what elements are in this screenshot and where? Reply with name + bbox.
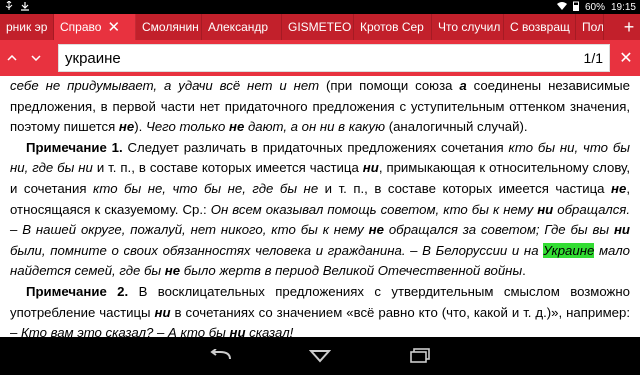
wifi-icon [556,1,567,14]
battery-percent: 60% [584,1,605,13]
text-run: не [118,119,135,135]
text-run: Он всем оказывал помощь советом, кто бы … [210,201,538,217]
tab-item[interactable]: С возвращ [504,14,576,40]
tab-label: рник эр [6,20,48,34]
find-match-count: 1/1 [583,50,603,66]
tab-item[interactable]: Что случил [432,14,504,40]
note-label: Примечание 1. [26,139,123,155]
tab-label: Кротов Сер [360,20,424,34]
text-run: обращался за советом; Где бы вы [383,222,614,238]
home-icon [309,350,331,363]
tab-label: Пол [582,20,604,34]
paragraph-note-1: Примечание 1. Следует различать в придат… [10,138,630,282]
text-run: не [611,180,627,196]
back-icon [210,349,231,360]
text-run: не [164,263,181,279]
paragraph-note-2: Примечание 2. В восклицательных предложе… [10,282,630,337]
find-input[interactable] [65,49,578,67]
tab-label: Что случил [438,20,501,34]
text-run: не [228,119,245,135]
text-run: (аналогичный случай). [385,119,528,135]
note-label: Примечание 2. [26,283,129,299]
tab-label: С возвращ [510,20,570,34]
text-run: . [522,263,526,279]
tab-item[interactable]: рник эр [0,14,54,40]
tab-item[interactable]: GISMETEO [282,14,354,40]
home-button[interactable] [306,344,334,368]
tab-bar: рник эр Справо ✕ Смолянин Александр GISM… [0,14,640,40]
close-icon: ✕ [619,50,633,67]
text-run: ни [362,160,379,176]
chevron-up-icon [7,55,17,61]
tab-item[interactable]: Смолянин [136,14,202,40]
text-run: ни [154,304,171,320]
recents-button[interactable] [406,344,434,368]
find-next-button[interactable] [24,40,48,76]
text-run: дают, а он ни в какую [244,119,386,135]
text-run: было жертв в период Великой Отечественно… [180,263,523,279]
text-run: ни [613,222,630,238]
text-run: были, помните о своих обязанностях челов… [10,242,544,258]
find-previous-button[interactable] [0,40,24,76]
system-nav-bar [0,337,640,375]
text-run: не [368,222,384,238]
tab-label: Справо [60,20,102,34]
close-tab-icon[interactable]: ✕ [107,20,120,35]
tab-label: GISMETEO [288,20,352,34]
article-content: себе не придумывает, а удачи всё нет и н… [0,76,640,337]
status-bar: 60% 19:15 [0,0,640,14]
download-icon [20,1,30,14]
text-run: сказал! [245,325,294,337]
text-run: а [459,78,467,93]
text-run: себе не придумывает, а удачи всё нет и н… [10,78,320,93]
recents-icon [410,348,430,363]
tab-item[interactable]: Пол [576,14,604,40]
search-highlight: Украине [543,242,595,258]
back-button[interactable] [206,344,234,368]
tab-item-active[interactable]: Справо ✕ [54,14,136,40]
text-run: кто бы не, что бы не, где бы не [92,180,319,196]
text-run: Следует различать в придаточных предложе… [122,139,509,155]
plus-icon: + [623,16,635,37]
text-run: ни [537,201,554,217]
tab-label: Смолянин [142,20,199,34]
device-screen: 60% 19:15 рник эр Справо ✕ Смолянин Алек… [0,0,640,375]
text-run: Кто вам это сказал? – А кто бы [21,325,230,337]
tab-item[interactable]: Кротов Сер [354,14,432,40]
text-run: и т. п., в составе которых имеется части… [318,180,612,196]
battery-icon [572,1,579,14]
tab-label: Александр [208,20,269,34]
text-run: (при помощи союза [319,78,460,93]
usb-icon [4,0,14,14]
new-tab-button[interactable]: + [618,14,640,40]
find-close-button[interactable]: ✕ [614,44,638,72]
clock: 19:15 [610,1,636,13]
text-run: Чего только [145,119,229,135]
chevron-down-icon [31,55,41,61]
text-run: ). [134,119,146,135]
text-run: ни [229,325,246,337]
find-field[interactable]: 1/1 [58,44,610,72]
text-run: и т. п., в составе которых имеется части… [92,160,363,176]
tab-item[interactable]: Александр [202,14,282,40]
paragraph-1: себе не придумывает, а удачи всё нет и н… [10,76,630,138]
